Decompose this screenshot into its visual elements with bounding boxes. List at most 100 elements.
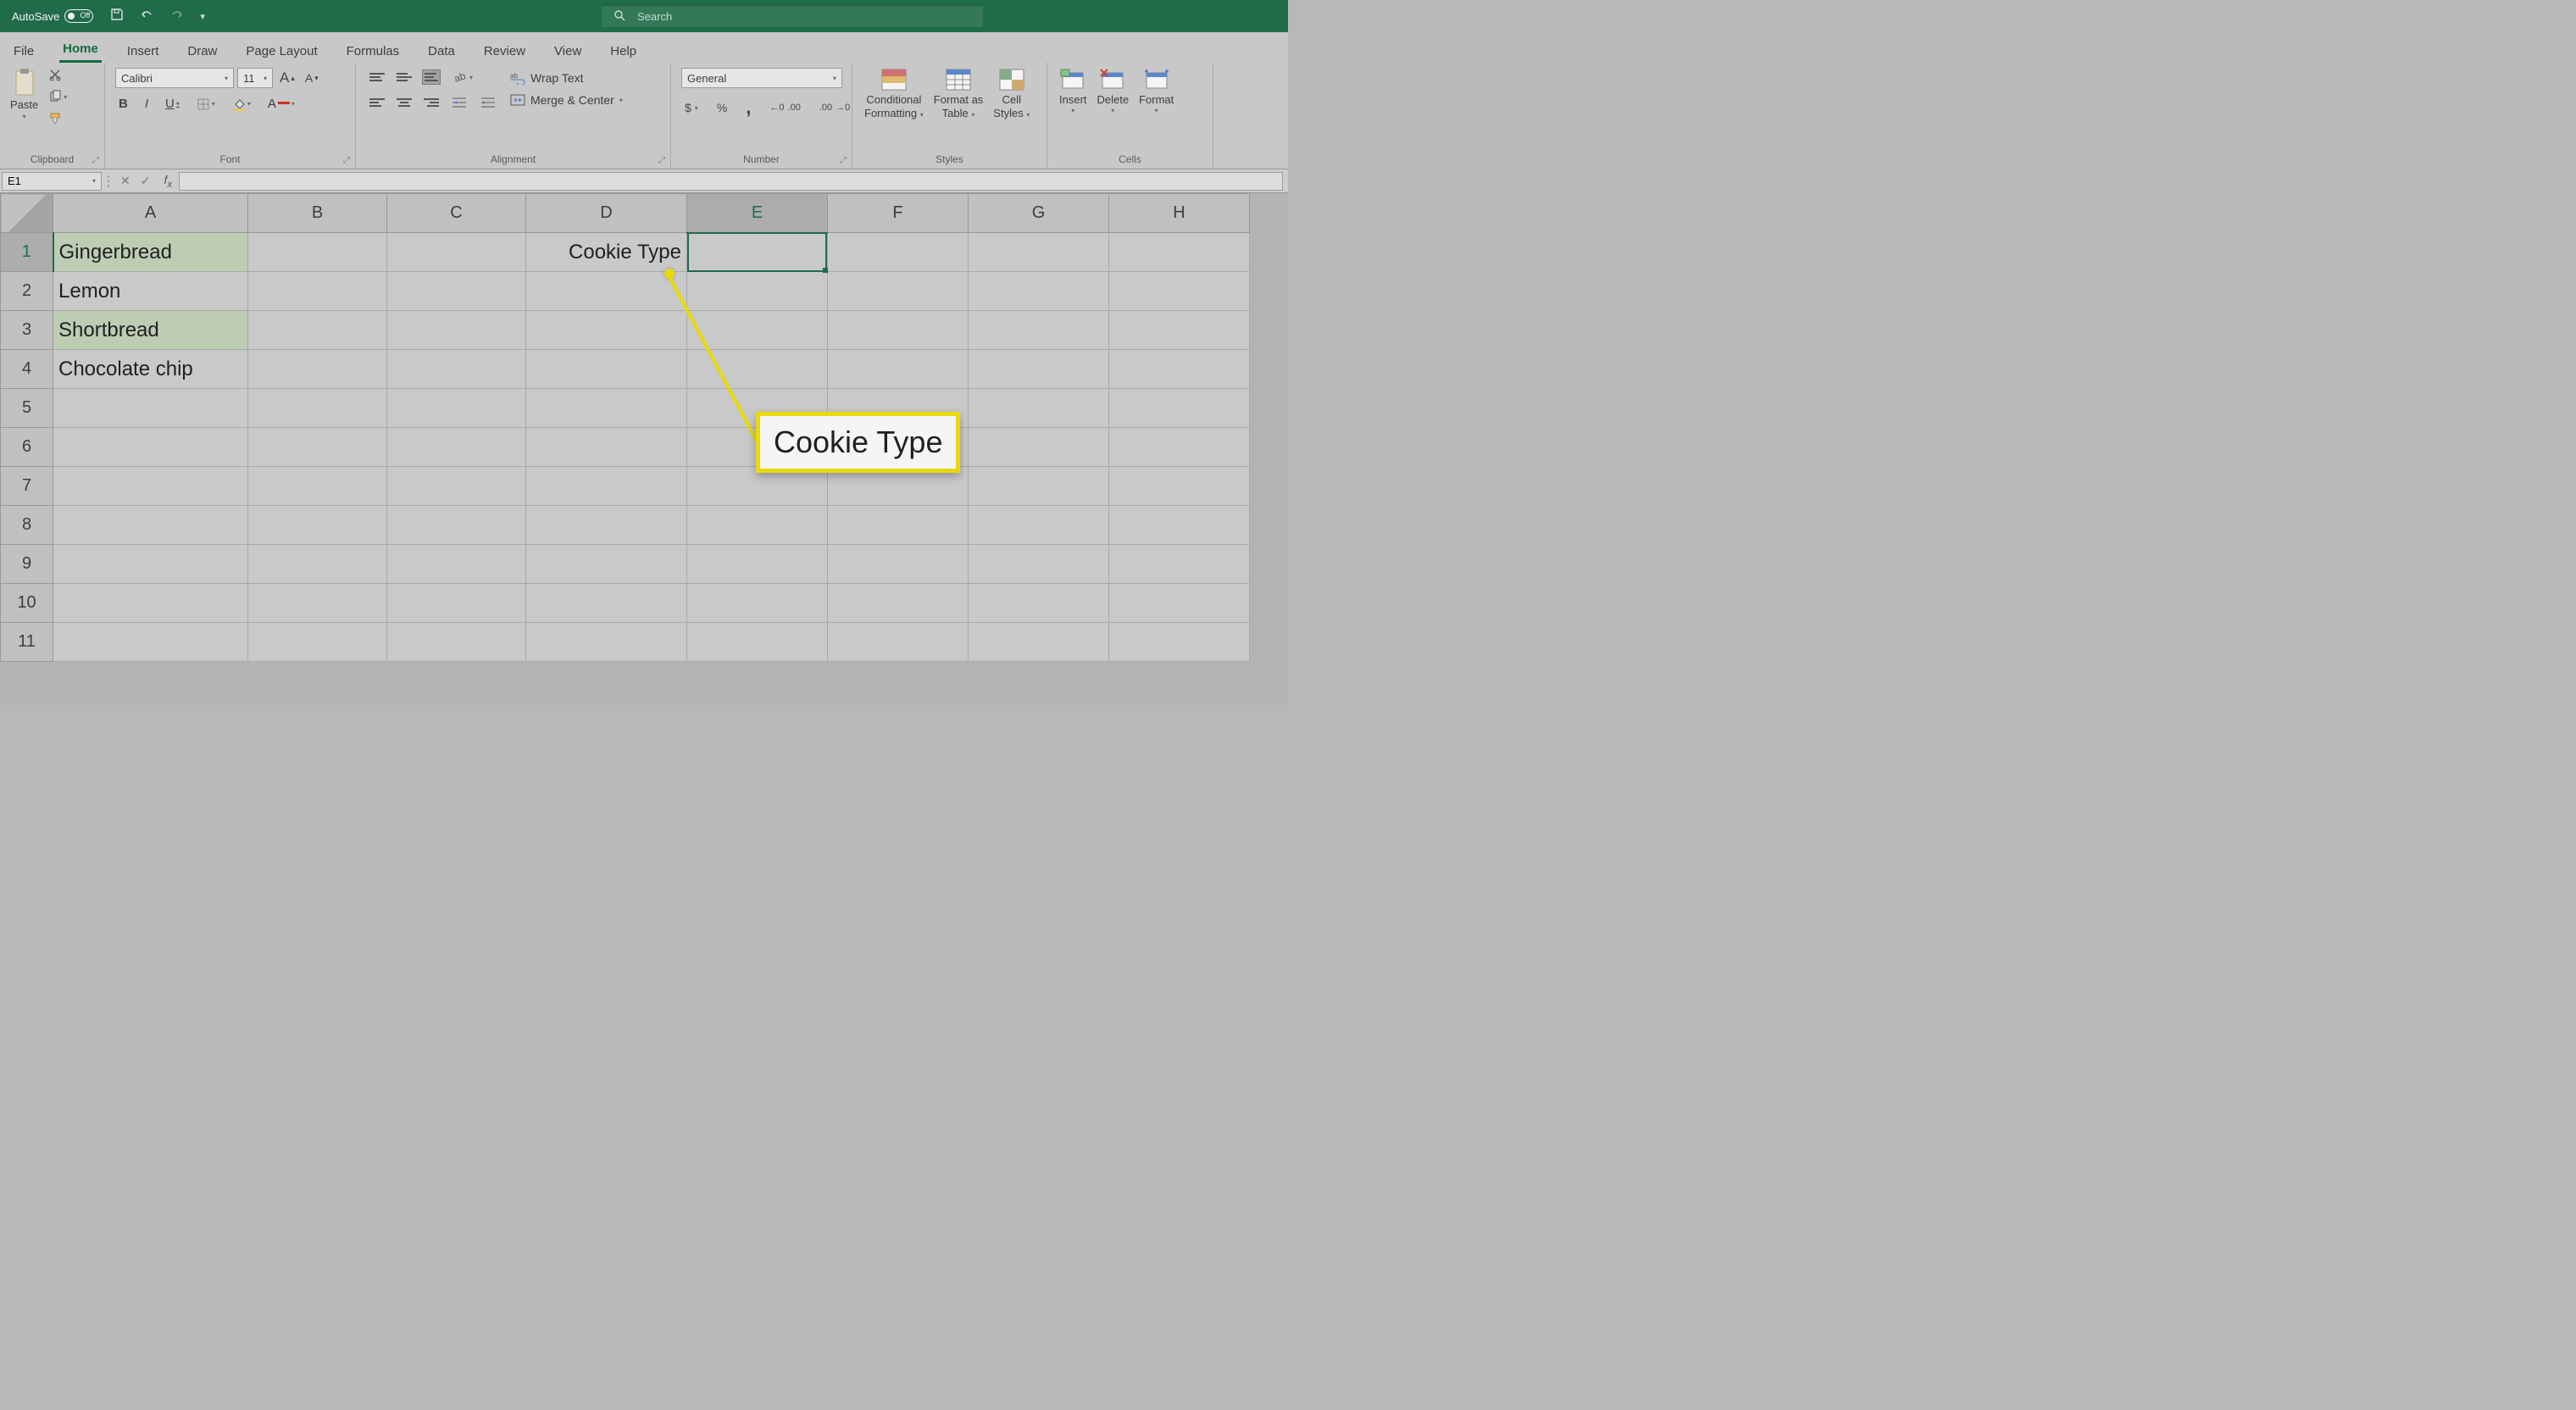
cell-F3[interactable] — [828, 311, 969, 350]
format-painter-button[interactable] — [45, 110, 70, 127]
redo-icon[interactable] — [169, 8, 185, 25]
cell-H7[interactable] — [1109, 467, 1250, 506]
select-all-button[interactable] — [1, 194, 53, 233]
row-header-6[interactable]: 6 — [1, 428, 53, 467]
cell-B1[interactable] — [248, 233, 387, 272]
cell-H4[interactable] — [1109, 350, 1250, 389]
cell-A1[interactable]: Gingerbread — [53, 233, 248, 272]
cell-H6[interactable] — [1109, 428, 1250, 467]
comma-format-button[interactable]: , — [742, 95, 754, 120]
font-dialog-launcher-icon[interactable]: ⤢ — [343, 156, 350, 165]
decrease-indent-button[interactable] — [449, 95, 469, 110]
cell-B7[interactable] — [248, 467, 387, 506]
cell-C2[interactable] — [387, 272, 526, 311]
cell-G8[interactable] — [969, 506, 1109, 545]
column-header-F[interactable]: F — [828, 194, 969, 233]
cell-F11[interactable] — [828, 623, 969, 662]
decrease-decimal-button[interactable]: .00→0 — [816, 102, 853, 114]
row-header-1[interactable]: 1 — [1, 233, 53, 272]
cell-H2[interactable] — [1109, 272, 1250, 311]
tab-file[interactable]: File — [10, 39, 37, 63]
cell-D10[interactable] — [526, 584, 687, 623]
cell-C10[interactable] — [387, 584, 526, 623]
cell-B3[interactable] — [248, 311, 387, 350]
delete-cells-button[interactable]: Delete▾ — [1097, 68, 1130, 114]
align-center-button[interactable] — [395, 95, 414, 110]
align-top-button[interactable] — [368, 69, 386, 85]
column-header-G[interactable]: G — [969, 194, 1109, 233]
cell-D9[interactable] — [526, 545, 687, 584]
row-header-7[interactable]: 7 — [1, 467, 53, 506]
increase-font-button[interactable]: A▴ — [276, 68, 298, 88]
cell-C6[interactable] — [387, 428, 526, 467]
cell-F10[interactable] — [828, 584, 969, 623]
cell-E3[interactable] — [687, 311, 828, 350]
row-header-5[interactable]: 5 — [1, 389, 53, 428]
tab-data[interactable]: Data — [425, 39, 458, 63]
undo-icon[interactable] — [139, 8, 154, 25]
cell-E9[interactable] — [687, 545, 828, 584]
cell-D5[interactable] — [526, 389, 687, 428]
column-header-C[interactable]: C — [387, 194, 526, 233]
cell-B4[interactable] — [248, 350, 387, 389]
row-header-4[interactable]: 4 — [1, 350, 53, 389]
cell-D4[interactable] — [526, 350, 687, 389]
cell-B6[interactable] — [248, 428, 387, 467]
cell-H11[interactable] — [1109, 623, 1250, 662]
format-as-table-button[interactable]: Format as Table ▾ — [934, 68, 984, 119]
cell-D7[interactable] — [526, 467, 687, 506]
cell-C7[interactable] — [387, 467, 526, 506]
fill-color-button[interactable]: ▾ — [229, 96, 254, 113]
tab-draw[interactable]: Draw — [184, 39, 220, 63]
cell-H8[interactable] — [1109, 506, 1250, 545]
cell-B8[interactable] — [248, 506, 387, 545]
cell-C9[interactable] — [387, 545, 526, 584]
underline-button[interactable]: U▾ — [162, 95, 183, 113]
copy-button[interactable]: ▾ — [45, 88, 70, 105]
cell-G3[interactable] — [969, 311, 1109, 350]
orientation-button[interactable]: ab▾ — [449, 68, 476, 86]
conditional-formatting-button[interactable]: Conditional Formatting ▾ — [864, 68, 924, 119]
cell-E8[interactable] — [687, 506, 828, 545]
align-right-button[interactable] — [422, 95, 441, 110]
cell-G11[interactable] — [969, 623, 1109, 662]
cell-G6[interactable] — [969, 428, 1109, 467]
cell-C11[interactable] — [387, 623, 526, 662]
number-dialog-launcher-icon[interactable]: ⤢ — [840, 156, 847, 165]
row-header-2[interactable]: 2 — [1, 272, 53, 311]
cell-F4[interactable] — [828, 350, 969, 389]
cell-H10[interactable] — [1109, 584, 1250, 623]
tab-view[interactable]: View — [551, 39, 585, 63]
cell-F2[interactable] — [828, 272, 969, 311]
cell-B5[interactable] — [248, 389, 387, 428]
insert-cells-button[interactable]: Insert▾ — [1059, 68, 1087, 114]
cell-A7[interactable] — [53, 467, 248, 506]
tab-review[interactable]: Review — [480, 39, 529, 63]
accounting-format-button[interactable]: $▾ — [681, 99, 702, 116]
merge-center-button[interactable]: Merge & Center ▾ — [510, 93, 623, 107]
cell-H9[interactable] — [1109, 545, 1250, 584]
save-icon[interactable] — [110, 8, 124, 25]
increase-decimal-button[interactable]: ←0.00 — [766, 102, 803, 114]
column-header-B[interactable]: B — [248, 194, 387, 233]
cell-D8[interactable] — [526, 506, 687, 545]
font-name-combo[interactable]: Calibri▾ — [115, 68, 234, 88]
cut-button[interactable] — [45, 66, 70, 83]
row-header-3[interactable]: 3 — [1, 311, 53, 350]
cell-G2[interactable] — [969, 272, 1109, 311]
tab-help[interactable]: Help — [607, 39, 640, 63]
cell-styles-button[interactable]: Cell Styles ▾ — [993, 68, 1030, 119]
column-header-H[interactable]: H — [1109, 194, 1250, 233]
tab-insert[interactable]: Insert — [124, 39, 163, 63]
cell-H3[interactable] — [1109, 311, 1250, 350]
cell-H1[interactable] — [1109, 233, 1250, 272]
cell-A11[interactable] — [53, 623, 248, 662]
cell-D3[interactable] — [526, 311, 687, 350]
cell-D11[interactable] — [526, 623, 687, 662]
decrease-font-button[interactable]: A▾ — [302, 69, 322, 86]
name-box[interactable]: E1 ▾ — [2, 172, 102, 191]
cell-E11[interactable] — [687, 623, 828, 662]
bold-button[interactable]: B — [115, 95, 131, 113]
alignment-dialog-launcher-icon[interactable]: ⤢ — [658, 156, 665, 165]
autosave-toggle[interactable]: AutoSave Off — [12, 9, 93, 23]
